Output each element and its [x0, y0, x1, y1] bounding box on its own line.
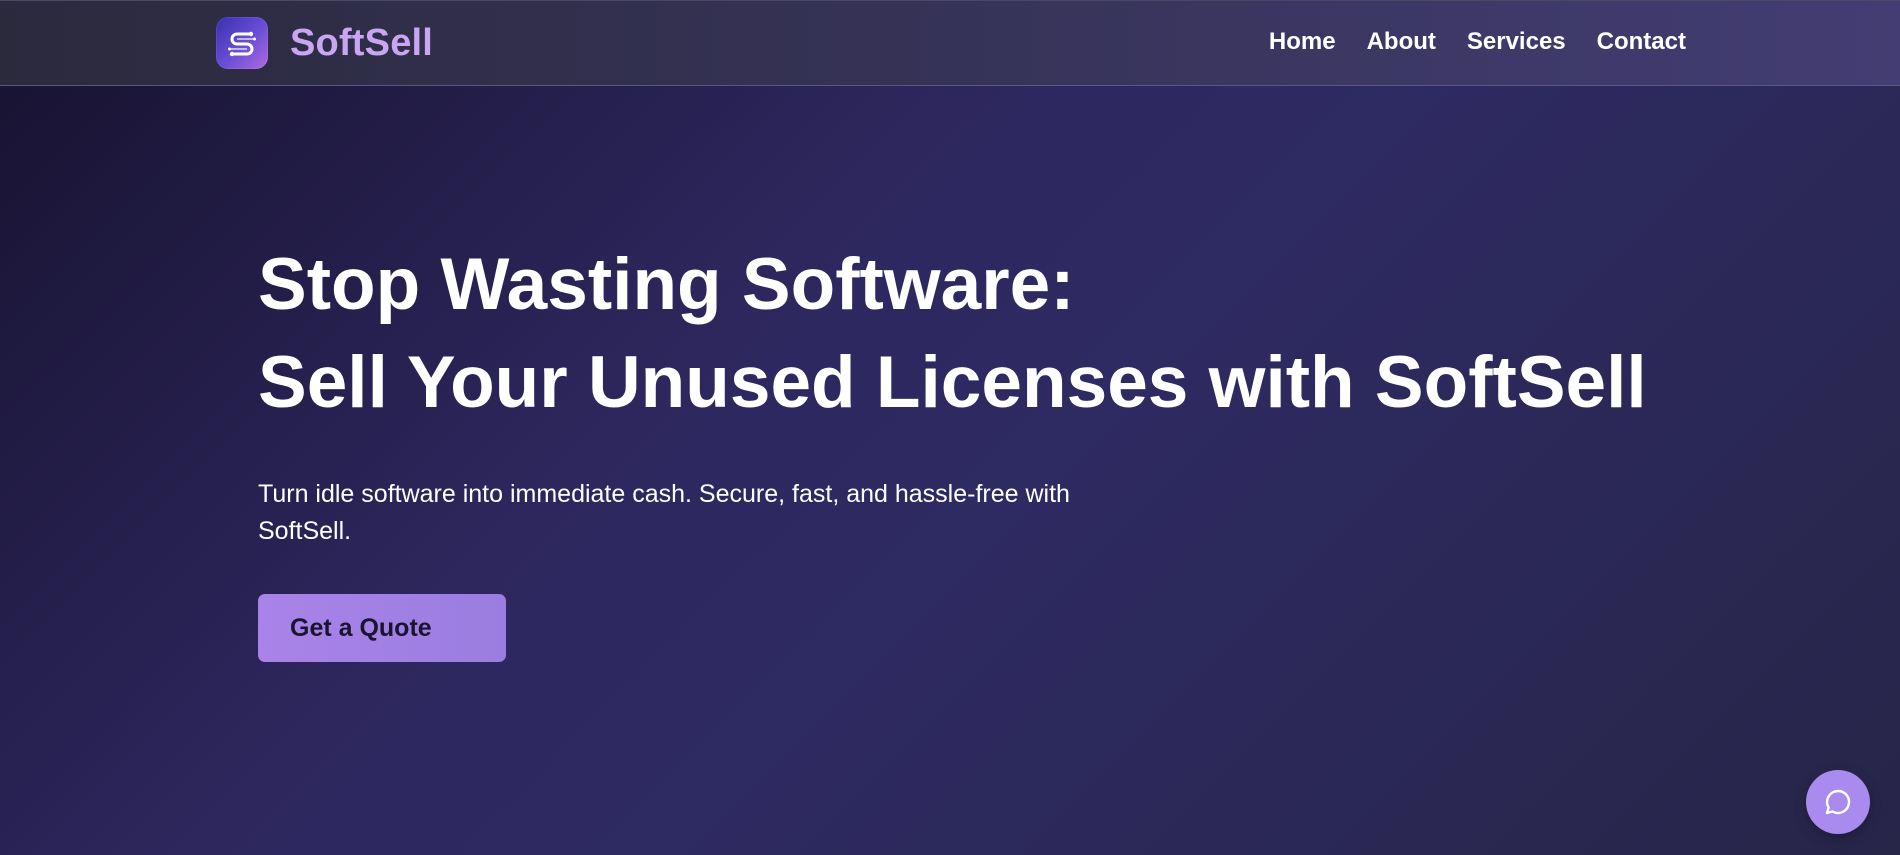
hero-title-line-2: Sell Your Unused Licenses with SoftSell — [258, 342, 1647, 423]
hero-title: Stop Wasting Software: Sell Your Unused … — [258, 236, 1678, 432]
nav-link-services[interactable]: Services — [1467, 28, 1566, 56]
get-quote-button[interactable]: Get a Quote — [258, 594, 506, 662]
brand-logo-link[interactable]: SoftSell — [216, 17, 433, 69]
brand-name: SoftSell — [290, 21, 434, 64]
nav-link-contact[interactable]: Contact — [1597, 28, 1686, 56]
nav-link-home[interactable]: Home — [1269, 28, 1336, 56]
top-navbar: SoftSell Home About Services Contact — [0, 0, 1900, 86]
hero-section: Stop Wasting Software: Sell Your Unused … — [258, 236, 1678, 662]
chat-button[interactable] — [1806, 770, 1870, 834]
hero-title-line-1: Stop Wasting Software: — [258, 244, 1075, 325]
chat-bubble-icon — [1825, 789, 1851, 815]
hero-subtitle: Turn idle software into immediate cash. … — [258, 480, 1070, 545]
main-nav: Home About Services Contact — [1269, 28, 1686, 56]
nav-link-about[interactable]: About — [1367, 28, 1436, 56]
softsell-logo-icon — [216, 17, 268, 69]
